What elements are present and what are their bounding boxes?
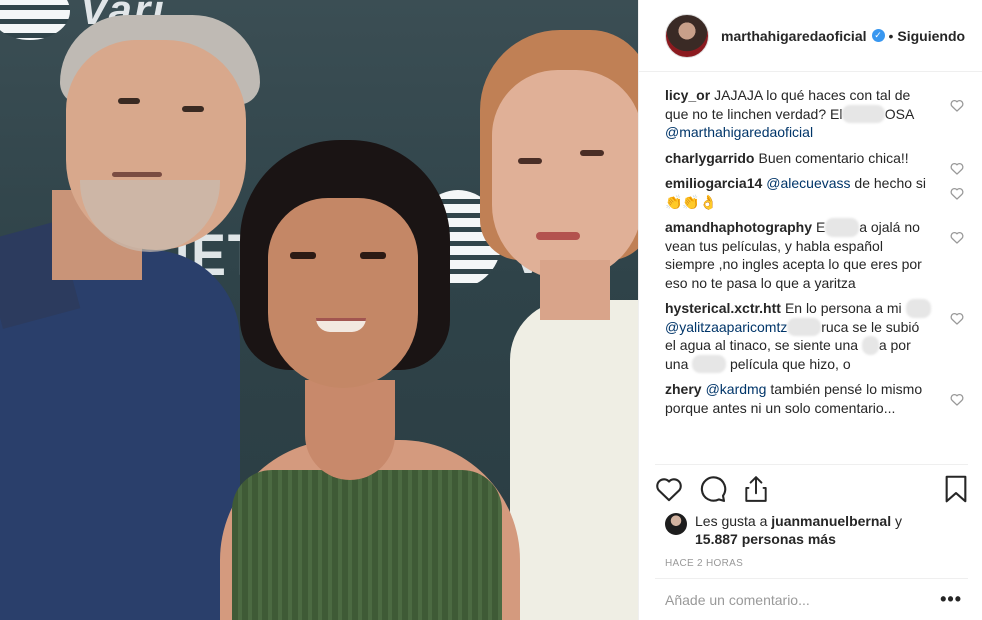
comment-mention-link[interactable]: @marthahigaredaoficial [665, 124, 813, 140]
separator-dot: • [888, 27, 894, 44]
comment-like-heart-icon[interactable] [950, 311, 964, 330]
comment-text: En lo persona a mi [784, 300, 906, 316]
comment-mention-link[interactable]: @alecuevass [766, 175, 850, 191]
comment-username[interactable]: zhery [665, 381, 702, 397]
add-comment-input[interactable]: Añade un comentario... [665, 592, 940, 608]
redacted-text: □□□□□ [842, 104, 885, 123]
verified-badge-icon: ✓ [871, 29, 885, 42]
comment-like-heart-icon[interactable] [950, 392, 964, 411]
share-icon[interactable] [743, 475, 769, 503]
comment-item: emiliogarcia14 @alecuevass de hecho si 👏👏… [665, 174, 964, 211]
comment-text: E [816, 219, 826, 235]
likes-count[interactable]: 15.887 personas más [695, 531, 836, 547]
comment-icon[interactable] [699, 475, 727, 503]
comment-item: zhery @kardmg también pensé lo mismo porq… [665, 380, 964, 417]
post-photo[interactable]: Vari IETY V [0, 0, 638, 620]
post-side-panel: marthahigaredaoficial ✓ • Siguiendo licy… [638, 0, 982, 620]
post-header: marthahigaredaoficial ✓ • Siguiendo [639, 0, 982, 72]
comment-username[interactable]: amandhaphotography [665, 219, 812, 235]
likes-prefix: Les gusta a [695, 513, 768, 529]
following-button[interactable]: Siguiendo [897, 28, 965, 44]
post-actions-bar [655, 464, 968, 512]
comment-text: película que hizo, o [726, 355, 851, 372]
comments-list[interactable]: licy_or JAJAJA lo qué haces con tal de qu… [665, 76, 964, 460]
comment-username[interactable]: emiliogarcia14 [665, 175, 762, 191]
comments-scroll-hint [665, 76, 964, 86]
comment-text: OSA [884, 105, 914, 122]
comment-text: también pensé lo mismo porque antes ni u… [665, 381, 923, 416]
comment-item: hysterical.xctr.httEn lo persona a mi □□… [665, 299, 964, 373]
comment-mention-link[interactable]: @kardmg [706, 381, 767, 397]
comment-item: charlygarrido Buen comentario chica!! [665, 149, 964, 175]
comment-like-heart-icon[interactable] [950, 98, 964, 117]
comment-username[interactable]: hysterical.xctr.htt [665, 300, 781, 316]
post-timestamp[interactable]: HACE 2 HORAS [665, 558, 743, 569]
avatar[interactable] [665, 13, 709, 58]
liker-username[interactable]: juanmanuelbernal [771, 513, 891, 529]
redacted-text: □□□□ [692, 354, 727, 373]
comment-like-heart-icon[interactable] [950, 186, 964, 205]
redacted-text: □□ [861, 336, 879, 355]
redacted-text: □□□ [905, 299, 931, 318]
comment-username[interactable]: charlygarrido [665, 150, 754, 166]
liker-avatar[interactable] [665, 513, 687, 535]
likes-connector: y [894, 513, 902, 529]
person-center [180, 140, 530, 620]
comment-text: Buen comentario chica!! [758, 149, 909, 166]
comment-mention-link[interactable]: @yalitzaaparicomtz [665, 319, 787, 335]
comment-item: licy_or JAJAJA lo qué haces con tal de qu… [665, 86, 964, 142]
comment-like-heart-icon[interactable] [950, 230, 964, 249]
add-comment-bar: Añade un comentario... ••• [655, 578, 968, 620]
post-author-username[interactable]: marthahigaredaoficial [721, 28, 867, 44]
comment-item: amandhaphotographyE□□□□a ojalá no vean t… [665, 218, 964, 292]
redacted-text: □□□□ [787, 317, 822, 336]
bookmark-icon[interactable] [944, 475, 968, 503]
redacted-text: □□□□ [825, 218, 860, 237]
likes-summary: Les gusta a juanmanuelbernal y 15.887 pe… [665, 512, 964, 548]
heart-icon[interactable] [655, 476, 683, 502]
comment-username[interactable]: licy_or [665, 87, 710, 103]
more-options-icon[interactable]: ••• [940, 589, 968, 610]
